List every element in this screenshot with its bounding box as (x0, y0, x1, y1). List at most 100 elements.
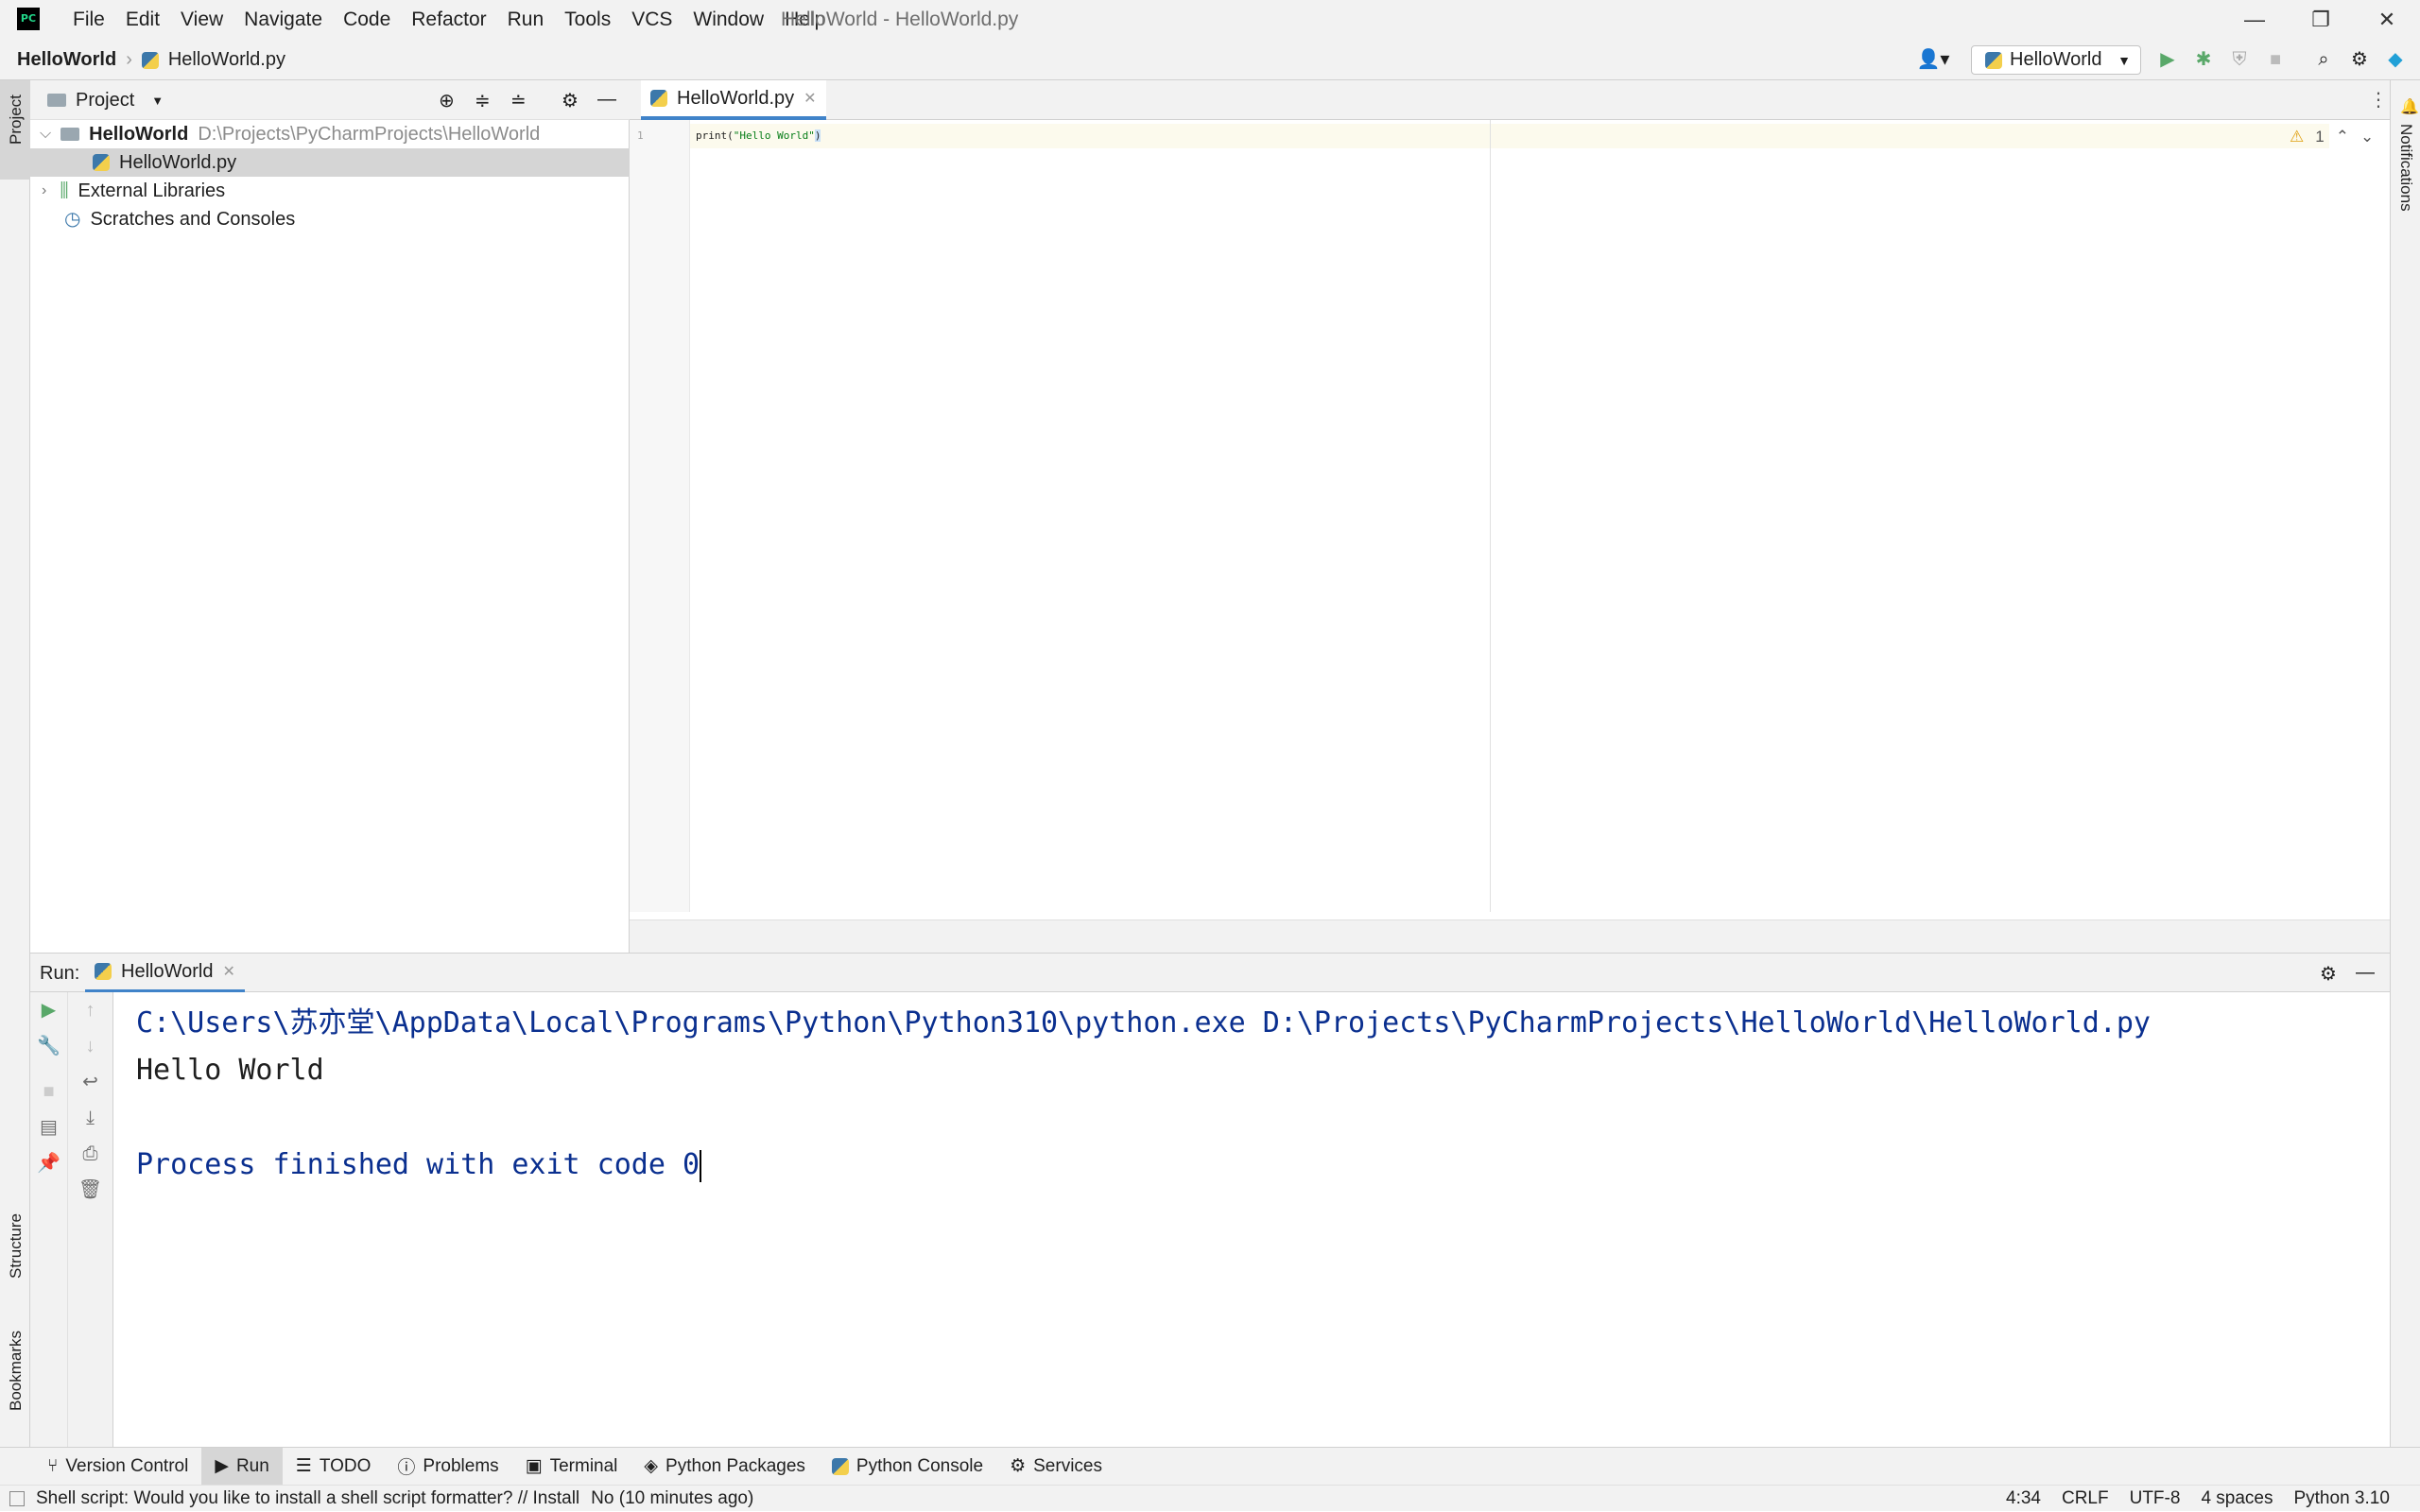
gear-icon[interactable]: ⚙ (562, 89, 579, 112)
code-paren: ) (814, 129, 821, 142)
structure-side-tab[interactable]: Structure (7, 1213, 26, 1279)
wrench-icon[interactable]: 🔧 (30, 1028, 67, 1064)
tool-todo-label: TODO (319, 1455, 372, 1476)
status-message[interactable]: Shell script: Would you like to install … (9, 1486, 753, 1512)
stop-icon[interactable]: ■ (2258, 40, 2292, 80)
bookmarks-side-tab[interactable]: Bookmarks (7, 1331, 26, 1411)
file-encoding[interactable]: UTF-8 (2130, 1486, 2181, 1512)
coverage-icon[interactable]: ⛨ (2222, 40, 2256, 80)
chevron-down-icon[interactable]: ⌄ (2360, 128, 2374, 146)
menu-file[interactable]: File (62, 0, 115, 40)
run-configuration-select[interactable]: HelloWorld ▼ (1971, 45, 2141, 75)
user-icon[interactable]: 👤▾ (1910, 40, 1957, 80)
problems-icon: ⓘ (397, 1458, 416, 1478)
tree-row-scratches[interactable]: ◷ Scratches and Consoles (30, 205, 630, 233)
branch-icon: ⑂ (47, 1455, 59, 1476)
menu-view[interactable]: View (170, 0, 233, 40)
editor-tab[interactable]: HelloWorld.py ✕ (641, 80, 826, 120)
run-icon[interactable]: ▶ (2151, 40, 2185, 80)
expand-all-icon[interactable]: ≑ (475, 89, 491, 112)
python-icon (95, 963, 112, 980)
menu-refactor[interactable]: Refactor (401, 0, 496, 40)
layout-icon[interactable]: ▤ (30, 1109, 67, 1145)
tree-row-file[interactable]: HelloWorld.py (30, 148, 630, 177)
pin-icon[interactable]: 📌 (30, 1145, 67, 1181)
indent-setting[interactable]: 4 spaces (2201, 1486, 2273, 1512)
menu-tools[interactable]: Tools (554, 0, 621, 40)
python-interpreter[interactable]: Python 3.10 (2293, 1486, 2389, 1512)
tool-version-control[interactable]: ⑂ Version Control (34, 1448, 201, 1486)
editor-area: HelloWorld.py ✕ ⋮ 1 print("Hello World")… (630, 80, 2390, 953)
menu-navigate[interactable]: Navigate (233, 0, 333, 40)
close-tab-icon[interactable]: ✕ (222, 962, 234, 981)
tool-todo[interactable]: ☰ TODO (283, 1448, 385, 1486)
pycharm-logo-icon[interactable]: PC (17, 8, 40, 30)
collapse-all-icon[interactable]: ≐ (510, 89, 527, 112)
console-output-line: Hello World (136, 1054, 324, 1087)
chevron-up-icon[interactable]: ⌃ (2336, 128, 2349, 146)
run-tab[interactable]: HelloWorld ✕ (85, 954, 245, 993)
hide-panel-icon[interactable]: — (597, 89, 616, 111)
soft-wrap-icon[interactable]: ↩ (68, 1064, 112, 1100)
gear-icon[interactable]: ⚙ (2320, 962, 2337, 986)
chevron-down-icon[interactable]: ⌵ (40, 120, 51, 148)
notifications-side-tab[interactable]: Notifications (2396, 124, 2415, 212)
more-icon[interactable]: ⋮ (2369, 88, 2388, 112)
tool-problems-label: Problems (423, 1455, 499, 1476)
tool-run-label: Run (235, 1455, 269, 1476)
project-panel-header: Project ▼ ⊕ ≑ ≐ ⚙ — (30, 80, 630, 120)
chevron-right-icon[interactable]: › (42, 177, 46, 205)
tree-row-project[interactable]: ⌵ HelloWorld D:\Projects\PyCharmProjects… (30, 120, 630, 148)
inspection-widget[interactable]: ⚠ 1 ⌃ ⌄ (2290, 128, 2374, 146)
project-side-tab[interactable]: Project (7, 94, 26, 145)
editor-tab-row: HelloWorld.py ✕ ⋮ (630, 80, 2390, 120)
code-text[interactable]: print("Hello World") (696, 124, 821, 148)
status-toggle-icon[interactable] (9, 1491, 25, 1506)
project-panel-title[interactable]: Project (76, 90, 134, 112)
debug-icon[interactable]: ✱ (2187, 40, 2221, 80)
stop-icon[interactable]: ■ (30, 1074, 67, 1109)
code-function: print( (696, 129, 734, 142)
tool-python-console[interactable]: Python Console (819, 1448, 996, 1486)
tool-terminal[interactable]: ▣ Terminal (512, 1448, 631, 1486)
breadcrumb-project[interactable]: HelloWorld (17, 49, 116, 71)
run-toolbar-secondary: ↑ ↓ ↩ ⤓ ⎙ 🗑 (68, 992, 113, 1447)
console-output[interactable]: C:\Users\苏亦堂\AppData\Local\Programs\Pyth… (113, 992, 2390, 1447)
chevron-down-icon[interactable]: ▼ (151, 94, 164, 108)
tool-run[interactable]: ▶ Run (201, 1447, 283, 1486)
bell-icon[interactable]: 🔔 (2400, 97, 2419, 116)
jetbrains-logo-icon[interactable]: ◆ (2378, 40, 2412, 80)
editor-horizontal-scrollbar[interactable] (630, 919, 2390, 953)
tool-python-packages[interactable]: ◈ Python Packages (631, 1448, 819, 1486)
hide-panel-icon[interactable]: — (2356, 962, 2375, 984)
menu-window[interactable]: Window (683, 0, 774, 40)
menu-edit[interactable]: Edit (115, 0, 170, 40)
search-icon[interactable]: ⌕ (2307, 40, 2341, 80)
locate-icon[interactable]: ⊕ (439, 89, 455, 112)
print-icon[interactable]: ⎙ (68, 1136, 112, 1172)
tool-services[interactable]: ⚙ Services (996, 1448, 1115, 1486)
menu-code[interactable]: Code (333, 0, 401, 40)
menu-vcs[interactable]: VCS (621, 0, 683, 40)
arrow-up-icon[interactable]: ↑ (68, 992, 112, 1028)
status-widgets: 4:34 CRLF UTF-8 4 spaces Python 3.10 (2006, 1486, 2390, 1512)
close-window-icon[interactable]: ✕ (2354, 0, 2420, 40)
tree-row-external-libraries[interactable]: › ⫼ External Libraries (30, 177, 630, 205)
arrow-down-icon[interactable]: ↓ (68, 1028, 112, 1064)
gear-icon[interactable]: ⚙ (2342, 40, 2377, 80)
run-label: Run: (40, 963, 80, 984)
close-tab-icon[interactable]: ✕ (804, 89, 816, 108)
breadcrumb-file[interactable]: HelloWorld.py (168, 49, 285, 71)
rerun-icon[interactable]: ▶ (30, 992, 67, 1028)
tool-problems[interactable]: ⓘ Problems (384, 1448, 511, 1486)
line-ending[interactable]: CRLF (2062, 1486, 2109, 1512)
right-margin-guide (1490, 120, 1491, 912)
scroll-to-end-icon[interactable]: ⤓ (68, 1100, 112, 1136)
trash-icon[interactable]: 🗑 (68, 1172, 112, 1208)
run-configuration-label: HelloWorld (2010, 49, 2102, 70)
menu-run[interactable]: Run (497, 0, 555, 40)
caret-position[interactable]: 4:34 (2006, 1486, 2041, 1512)
restore-icon[interactable]: ❐ (2288, 0, 2354, 40)
minimize-icon[interactable]: — (2221, 0, 2288, 40)
